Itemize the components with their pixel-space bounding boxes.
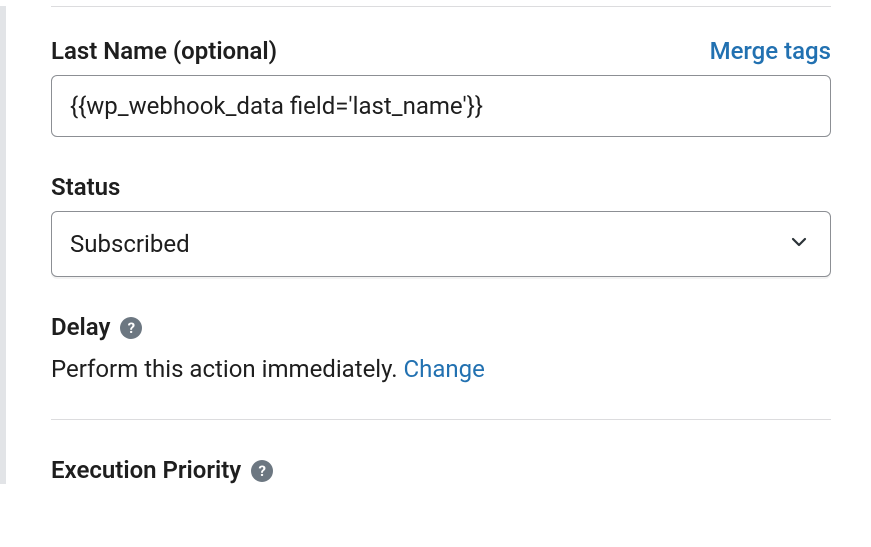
status-select[interactable]: Subscribed [51,211,831,277]
execution-priority-head: Execution Priority ? [51,456,831,484]
last-name-head: Last Name (optional) Merge tags [51,37,831,65]
last-name-label: Last Name (optional) [51,37,277,65]
help-icon[interactable]: ? [120,317,142,339]
form-panel: Last Name (optional) Merge tags Status S… [0,6,871,484]
delay-head: Delay ? [51,313,831,341]
section-divider [51,419,831,420]
status-label: Status [51,173,120,201]
merge-tags-link[interactable]: Merge tags [710,37,831,65]
delay-text: Perform this action immediately. [51,355,404,383]
execution-priority-label: Execution Priority [51,456,241,484]
delay-group: Delay ? Perform this action immediately.… [51,313,831,383]
execution-priority-group: Execution Priority ? [51,456,831,484]
delay-change-link[interactable]: Change [404,355,485,383]
delay-label: Delay [51,313,110,341]
delay-text-row: Perform this action immediately. Change [51,355,831,383]
last-name-input[interactable] [51,75,831,137]
last-name-group: Last Name (optional) Merge tags [51,37,831,137]
status-select-wrap: Subscribed [51,211,831,277]
status-head: Status [51,173,831,201]
top-divider [51,6,831,7]
help-icon[interactable]: ? [251,460,273,482]
status-group: Status Subscribed [51,173,831,277]
